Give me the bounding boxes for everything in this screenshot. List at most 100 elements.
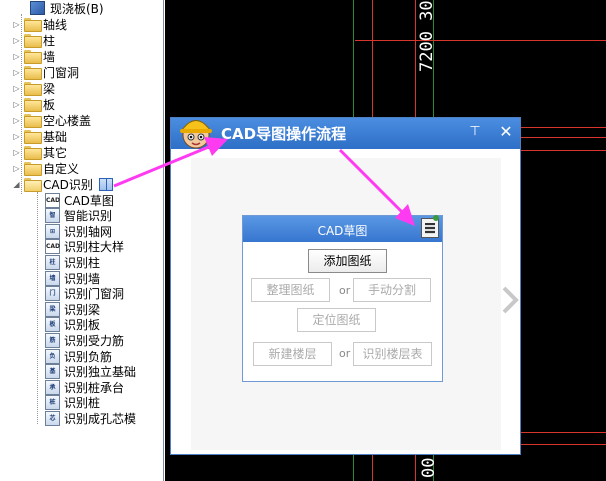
- tree-item-label: 识别梁: [64, 302, 101, 317]
- or-label: or: [339, 347, 351, 360]
- cad-dimension-text: 7200 300: [417, 0, 437, 72]
- tree-item-label: 现浇板(B): [50, 1, 104, 16]
- tree-item-label: 识别轴网: [64, 224, 113, 239]
- chevron-right-icon[interactable]: [500, 285, 520, 315]
- expand-icon[interactable]: ▷: [12, 20, 21, 29]
- tree-item-wall[interactable]: ▷ 墙: [12, 48, 55, 64]
- tree-item-cad-child[interactable]: 门识别门窗洞: [45, 286, 124, 302]
- tree-item-cad-child[interactable]: 负识别负筋: [45, 348, 112, 364]
- tree-item-label: 识别成孔芯模: [64, 411, 137, 426]
- cad-sketch-panel: CAD草图 添加图纸 整理图纸 or 手动分割 定位图纸 新建楼层 or 识别楼…: [242, 215, 443, 382]
- tree-item-slab[interactable]: ▷ 板: [12, 96, 55, 112]
- pile-icon: 桩: [45, 395, 60, 411]
- dialog-title: CAD导图操作流程: [221, 125, 347, 143]
- expand-icon[interactable]: ▷: [12, 36, 21, 45]
- new-floor-button[interactable]: 新建楼层: [253, 342, 332, 366]
- tree-item-label: 识别柱: [64, 255, 101, 270]
- locate-drawing-button[interactable]: 定位图纸: [297, 308, 376, 332]
- panel-header: CAD草图: [243, 215, 442, 242]
- tree-item-cad-child[interactable]: CAD 识别柱大样: [45, 239, 124, 255]
- cad-sketch-icon: CAD: [45, 192, 60, 208]
- tree-item-axis[interactable]: ▷ 轴线: [12, 16, 67, 32]
- module-tree: 现浇板(B) ▷ 轴线 ▷ 柱 ▷ 墙 ▷ 门窗洞 ▷ 梁 ▷ 板 ▷ 空心楼盖…: [0, 0, 164, 481]
- tree-item-cad-child[interactable]: 承识别桩承台: [45, 379, 124, 395]
- tree-item-label: 识别柱大样: [64, 240, 125, 255]
- folder-icon: [24, 146, 42, 160]
- close-button[interactable]: ✕: [493, 120, 519, 144]
- folder-icon: [24, 130, 42, 144]
- tree-item-label: CAD识别: [43, 177, 93, 192]
- expand-icon[interactable]: ▷: [12, 84, 21, 93]
- tree-item-hollow-floor[interactable]: ▷ 空心楼盖: [12, 112, 91, 128]
- tree-item-label: 识别桩承台: [64, 380, 125, 395]
- stress-rebar-icon: 筋: [45, 332, 60, 348]
- folder-icon: [24, 18, 42, 32]
- open-folder-icon: [24, 178, 42, 192]
- tree-item-label: 墙: [43, 49, 56, 64]
- tree-item-cad-child[interactable]: ⊞ 识别轴网: [45, 223, 112, 239]
- tree-item-label: 识别桩: [64, 396, 101, 411]
- add-drawing-button[interactable]: 添加图纸: [308, 249, 387, 273]
- tree-item-cad-child[interactable]: 梁识别梁: [45, 301, 100, 317]
- pin-button[interactable]: ⊤: [465, 122, 485, 142]
- expand-icon[interactable]: ▷: [12, 148, 21, 157]
- folder-icon: [24, 114, 42, 128]
- tree-item-beam[interactable]: ▷ 梁: [12, 80, 55, 96]
- expand-icon[interactable]: ▷: [12, 52, 21, 61]
- video-tutorial-icon[interactable]: [421, 215, 439, 238]
- folder-icon: [24, 82, 42, 96]
- tree-item-cad-child[interactable]: 板识别板: [45, 317, 100, 333]
- tree-item-label: 识别负筋: [64, 349, 113, 364]
- hole-core-icon: 芯: [45, 410, 60, 426]
- pile-cap-icon: 承: [45, 379, 60, 395]
- collapse-icon[interactable]: ◢: [12, 180, 21, 189]
- expand-icon[interactable]: ▷: [12, 132, 21, 141]
- negative-rebar-icon: 负: [45, 348, 60, 364]
- expand-icon[interactable]: ▷: [12, 116, 21, 125]
- tree-item-cad-child[interactable]: 筋识别受力筋: [45, 332, 124, 348]
- flow-guide-icon[interactable]: [98, 177, 113, 191]
- folder-icon: [24, 50, 42, 64]
- tree-item-label: 识别门窗洞: [64, 287, 125, 302]
- tree-item-cad-child[interactable]: 基识别独立基础: [45, 364, 136, 380]
- dialog-title-bar[interactable]: CAD导图操作流程 ⊤ ✕: [171, 118, 520, 149]
- expand-icon[interactable]: ▷: [12, 164, 21, 173]
- or-label: or: [339, 284, 351, 297]
- tree-item-other[interactable]: ▷ 其它: [12, 144, 67, 160]
- tree-item-label: 其它: [43, 145, 68, 160]
- tree-item-cad-child[interactable]: 桩识别桩: [45, 395, 100, 411]
- tree-item-label: 基础: [43, 129, 68, 144]
- tree-item-label: CAD草图: [64, 193, 114, 208]
- tree-item-door-window[interactable]: ▷ 门窗洞: [12, 64, 79, 80]
- beam-icon: 梁: [45, 301, 60, 317]
- expand-icon[interactable]: ▷: [12, 68, 21, 77]
- tree-item-label: 识别墙: [64, 271, 101, 286]
- tree-item-cad-child[interactable]: 柱识别柱: [45, 254, 100, 270]
- cad-dimension-text: 00: [419, 457, 439, 478]
- tree-item-cad-child[interactable]: 墙识别墙: [45, 270, 100, 286]
- organize-drawing-button[interactable]: 整理图纸: [251, 278, 330, 302]
- tree-item-custom[interactable]: ▷ 自定义: [12, 160, 79, 176]
- door-window-icon: 门: [45, 286, 60, 302]
- tree-item-cad-child[interactable]: 芯识别成孔芯模: [45, 410, 136, 426]
- manual-split-button[interactable]: 手动分割: [353, 278, 431, 302]
- tree-item-foundation[interactable]: ▷ 基础: [12, 128, 67, 144]
- tree-item-cad-child[interactable]: 智智能识别: [45, 208, 112, 224]
- folder-icon: [24, 162, 42, 176]
- tree-item-cad-recognize[interactable]: ◢ CAD识别: [12, 176, 113, 192]
- tree-item-cad-child[interactable]: CAD CAD草图: [45, 192, 114, 208]
- recognize-floor-table-button[interactable]: 识别楼层表: [353, 342, 432, 366]
- expand-icon[interactable]: ▷: [12, 100, 21, 109]
- slab-icon: 板: [45, 317, 60, 333]
- folder-icon: [24, 34, 42, 48]
- tree-item-label: 识别板: [64, 318, 101, 333]
- folder-icon: [24, 98, 42, 112]
- tree-item-label: 自定义: [43, 161, 80, 176]
- tree-item-label: 空心楼盖: [43, 113, 92, 128]
- column-icon: 柱: [45, 254, 60, 270]
- book-icon: [30, 1, 45, 15]
- tree-item-cast-slab[interactable]: 现浇板(B): [30, 0, 104, 16]
- tree-item-label: 梁: [43, 81, 56, 96]
- folder-icon: [24, 66, 42, 80]
- tree-item-column[interactable]: ▷ 柱: [12, 32, 55, 48]
